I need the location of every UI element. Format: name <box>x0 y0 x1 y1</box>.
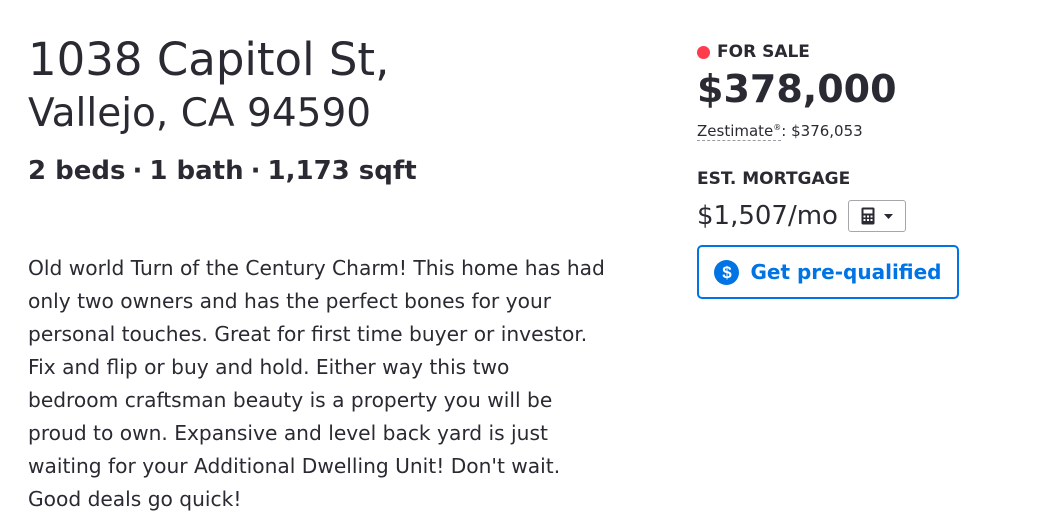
status-label: FOR SALE <box>717 42 810 62</box>
get-prequalified-button[interactable]: $ Get pre-qualified <box>697 245 959 299</box>
zestimate-link[interactable]: Zestimate® <box>697 122 782 141</box>
description-line: only two owners and has the perfect bone… <box>28 289 552 313</box>
address-street: 1038 Capitol St, <box>28 33 390 86</box>
mortgage-calculator-button[interactable] <box>847 200 906 232</box>
mortgage-label: EST. MORTGAGE <box>697 169 851 189</box>
calculator-icon <box>861 207 875 225</box>
mortgage-value: $1,507/mo <box>697 201 838 231</box>
address-city: Vallejo, CA 94590 <box>28 91 372 136</box>
zestimate: Zestimate®: $376,053 <box>697 118 863 141</box>
listing-price: $378,000 <box>697 67 897 111</box>
facts-separator: · <box>132 156 143 186</box>
description-line: personal touches. Great for first time b… <box>28 322 588 346</box>
zestimate-value: : $376,053 <box>781 122 863 140</box>
caret-down-icon <box>883 213 893 219</box>
description-line: Old world Turn of the Century Charm! Thi… <box>28 256 605 280</box>
description-line: waiting for your Additional Dwelling Uni… <box>28 454 561 478</box>
status-dot-icon <box>697 45 710 59</box>
listing-description: Old world Turn of the Century Charm! Thi… <box>28 252 678 516</box>
description-line: proud to own. Expansive and level back y… <box>28 421 548 445</box>
listing-status: FOR SALE <box>697 40 810 64</box>
description-line: Fix and flip or buy and hold. Either way… <box>28 355 510 379</box>
description-line: Good deals go quick! <box>28 487 242 511</box>
description-line: bedroom craftsman beauty is a property y… <box>28 388 553 412</box>
baths-count: 1 bath <box>149 156 244 186</box>
dollar-circle-icon: $ <box>714 259 740 285</box>
beds-count: 2 beds <box>28 156 126 186</box>
zestimate-label: Zestimate <box>697 122 774 140</box>
sqft-value: 1,173 sqft <box>267 156 417 186</box>
mortgage-row: $1,507/mo <box>697 198 906 234</box>
home-facts: 2 beds · 1 bath · 1,173 sqft <box>28 153 417 189</box>
prequalified-label: Get pre-qualified <box>750 260 942 284</box>
facts-separator: · <box>250 156 261 186</box>
